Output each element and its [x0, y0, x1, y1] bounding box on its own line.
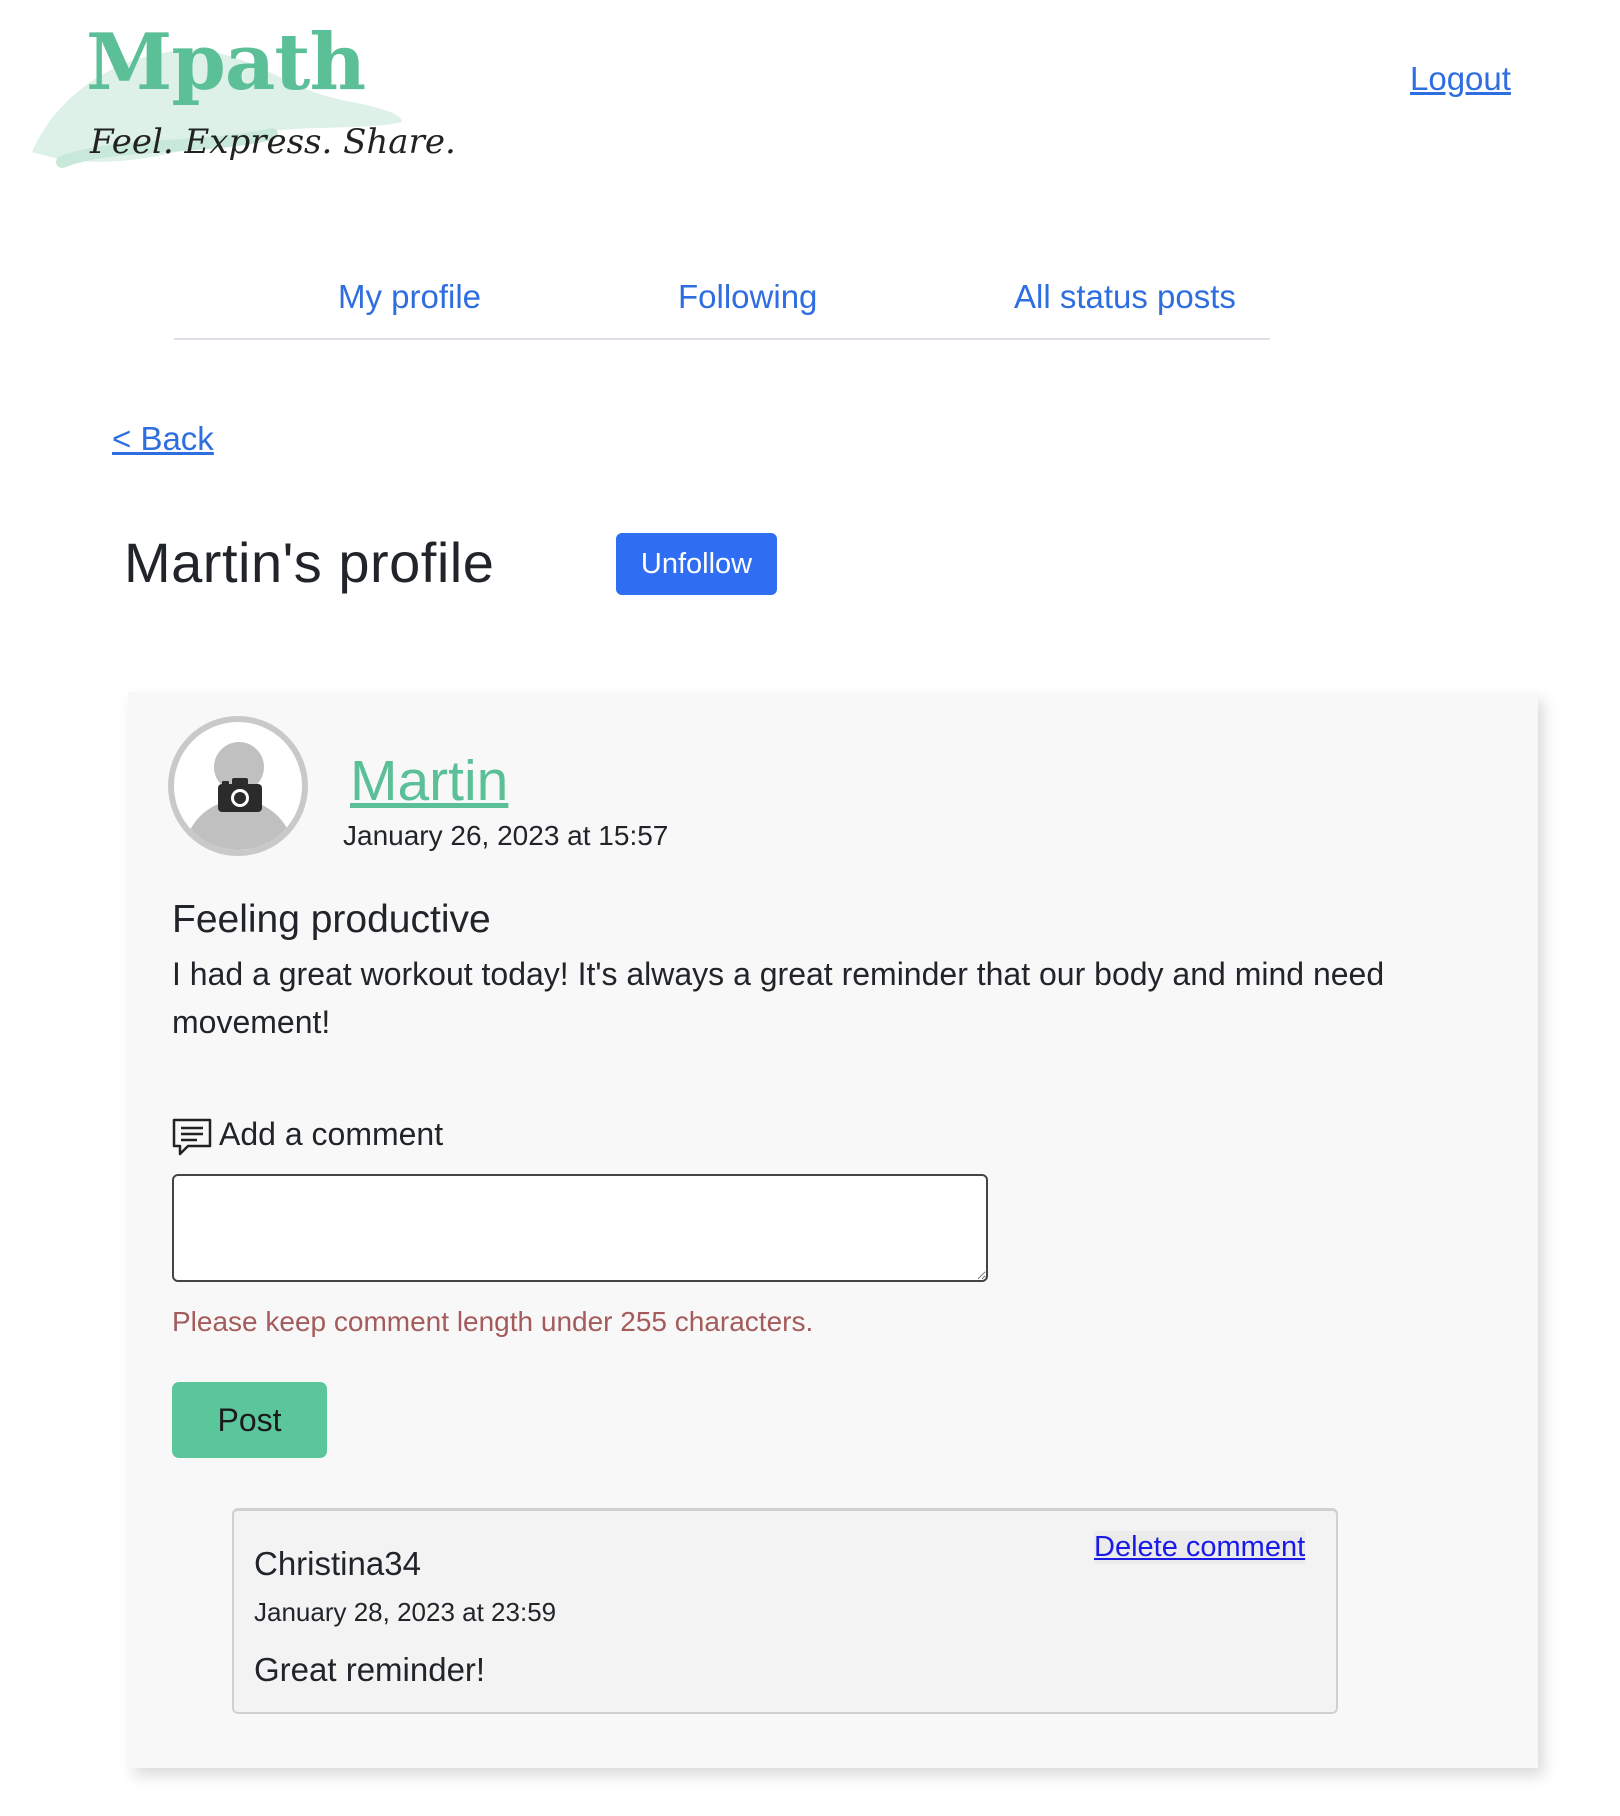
nav-following[interactable]: Following: [678, 278, 817, 316]
comment-icon: [172, 1118, 212, 1156]
logo-tagline: Feel. Express. Share.: [90, 122, 456, 162]
main-nav: My profile Following All status posts: [174, 268, 1270, 340]
nav-my-profile[interactable]: My profile: [338, 278, 481, 316]
comment-author: Christina34: [254, 1545, 421, 1582]
post-author-link[interactable]: Martin: [350, 748, 508, 814]
comment-textarea[interactable]: [172, 1174, 988, 1282]
page: Mpath Feel. Express. Share. Logout My pr…: [0, 0, 1620, 1816]
back-link[interactable]: < Back: [112, 420, 214, 458]
post-comment-button[interactable]: Post: [172, 1382, 327, 1458]
camera-icon: [218, 778, 262, 812]
post-title: Feeling productive: [172, 898, 491, 941]
page-title: Martin's profile: [124, 531, 495, 594]
comment-length-help-text: Please keep comment length under 255 cha…: [172, 1306, 814, 1337]
logo[interactable]: Mpath Feel. Express. Share.: [22, 17, 456, 182]
post-body: I had a great workout today! It's always…: [172, 956, 1385, 1040]
nav-all-status-posts[interactable]: All status posts: [1014, 278, 1236, 316]
status-post-card: Martin January 26, 2023 at 15:57 Feeling…: [128, 692, 1538, 1768]
delete-comment-link[interactable]: Delete comment: [1094, 1531, 1306, 1564]
logout-link[interactable]: Logout: [1410, 60, 1511, 98]
add-comment-label: Add a comment: [219, 1116, 444, 1152]
comment-text: Great reminder!: [254, 1651, 486, 1688]
comment-date: January 28, 2023 at 23:59: [254, 1597, 557, 1627]
logo-brand-name: Mpath: [86, 17, 366, 108]
comment-item: Christina34 January 28, 2023 at 23:59 Gr…: [232, 1508, 1338, 1714]
avatar: [168, 716, 308, 856]
post-date: January 26, 2023 at 15:57: [343, 820, 669, 851]
unfollow-button[interactable]: Unfollow: [616, 533, 777, 595]
